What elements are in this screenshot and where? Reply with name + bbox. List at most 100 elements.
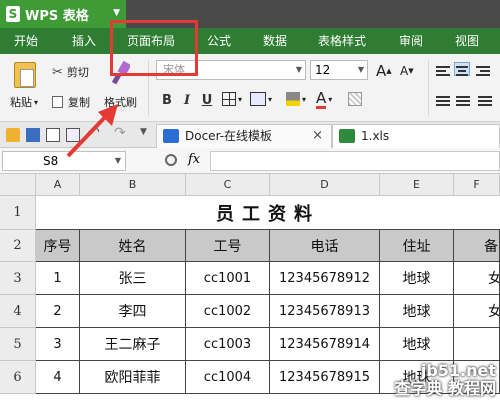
menu-view[interactable]: 视图 bbox=[455, 28, 479, 54]
data-cell[interactable]: 欧阳菲菲 bbox=[80, 361, 186, 394]
merge-cells-icon bbox=[250, 92, 266, 106]
function-fx-button[interactable]: fx bbox=[188, 152, 200, 167]
customize-caret-icon[interactable]: ▼ bbox=[140, 127, 154, 141]
data-cell[interactable]: 李四 bbox=[80, 295, 186, 328]
column-header[interactable]: A bbox=[36, 174, 80, 196]
row-header[interactable]: 3 bbox=[0, 262, 36, 295]
data-cell[interactable]: 女 bbox=[454, 262, 500, 295]
row-header[interactable]: 1 bbox=[0, 196, 36, 230]
menu-start[interactable]: 开始 bbox=[14, 28, 38, 54]
shrink-font-button[interactable]: A ▼ bbox=[400, 64, 414, 78]
title-bar: S WPS 表格 ▼ bbox=[0, 0, 500, 28]
underline-button[interactable]: U bbox=[198, 92, 216, 110]
tab-1-xls[interactable]: 1.xls bbox=[332, 124, 500, 148]
header-cell[interactable]: 工号 bbox=[186, 230, 270, 262]
spreadsheet-file-icon bbox=[339, 129, 355, 143]
divider bbox=[428, 60, 429, 116]
app-name: WPS 表格 bbox=[25, 8, 89, 24]
wps-spreadsheet-window: S WPS 表格 ▼ 开始 插入 页面布局 公式 数据 表格样式 审阅 视图 粘… bbox=[0, 0, 500, 400]
header-cell[interactable]: 姓名 bbox=[80, 230, 186, 262]
data-cell[interactable]: 3 bbox=[36, 328, 80, 361]
chevron-down-icon: ▼ bbox=[357, 65, 364, 74]
copy-icon bbox=[52, 96, 63, 108]
align-top-button[interactable] bbox=[436, 94, 452, 108]
align-bottom-button[interactable] bbox=[478, 94, 494, 108]
cell-style-button[interactable] bbox=[348, 92, 362, 106]
data-cell[interactable]: 12345678912 bbox=[270, 262, 380, 295]
caret-down-icon: ▼ bbox=[113, 8, 120, 18]
search-icon[interactable] bbox=[165, 154, 177, 166]
cut-button[interactable]: ✂ 剪切 bbox=[52, 64, 89, 80]
menu-data[interactable]: 数据 bbox=[263, 28, 287, 54]
align-center-button[interactable] bbox=[454, 62, 470, 76]
merge-button[interactable]: ▾ bbox=[250, 92, 272, 106]
open-folder-icon[interactable] bbox=[6, 128, 20, 142]
data-cell[interactable]: 2 bbox=[36, 295, 80, 328]
bold-button[interactable]: B bbox=[158, 92, 176, 110]
data-cell[interactable]: 张三 bbox=[80, 262, 186, 295]
font-size-select[interactable]: 12 ▼ bbox=[310, 60, 368, 80]
align-middle-button[interactable] bbox=[456, 94, 472, 108]
sheet-title-cell[interactable]: 员工资料 bbox=[36, 196, 500, 230]
grow-font-icon: A bbox=[376, 62, 387, 80]
row-header[interactable]: 4 bbox=[0, 295, 36, 328]
data-cell[interactable]: cc1002 bbox=[186, 295, 270, 328]
data-cell[interactable]: 4 bbox=[36, 361, 80, 394]
align-left-button[interactable] bbox=[436, 64, 452, 78]
font-color-icon: A bbox=[316, 89, 327, 109]
data-cell[interactable]: cc1004 bbox=[186, 361, 270, 394]
header-cell[interactable]: 序号 bbox=[36, 230, 80, 262]
fill-color-button[interactable]: ▾ bbox=[286, 92, 306, 106]
chevron-down-icon: ▾ bbox=[328, 95, 333, 104]
row-header[interactable]: 5 bbox=[0, 328, 36, 361]
data-cell[interactable]: 地球 bbox=[380, 262, 454, 295]
paint-bucket-icon bbox=[286, 92, 300, 106]
column-header[interactable]: F bbox=[454, 174, 500, 196]
row-header[interactable]: 6 bbox=[0, 361, 36, 394]
font-color-button[interactable]: A ▾ bbox=[316, 90, 332, 109]
header-cell[interactable]: 电话 bbox=[270, 230, 380, 262]
cell-style-icon bbox=[348, 92, 362, 106]
data-cell[interactable]: 地球 bbox=[380, 328, 454, 361]
save-icon[interactable] bbox=[26, 128, 40, 142]
cut-label: 剪切 bbox=[66, 66, 89, 79]
chevron-down-icon: ▾ bbox=[268, 94, 273, 104]
column-header[interactable]: D bbox=[270, 174, 380, 196]
data-cell[interactable]: cc1003 bbox=[186, 328, 270, 361]
chevron-down-icon: ▾ bbox=[238, 94, 243, 104]
data-cell[interactable]: 1 bbox=[36, 262, 80, 295]
header-cell[interactable]: 备 bbox=[454, 230, 500, 262]
close-icon[interactable]: × bbox=[312, 125, 323, 147]
italic-button[interactable]: I bbox=[178, 92, 196, 110]
print-icon[interactable] bbox=[46, 128, 60, 142]
data-cell[interactable]: 12345678913 bbox=[270, 295, 380, 328]
annotation-highlight-box bbox=[110, 20, 198, 76]
data-cell[interactable]: 女 bbox=[454, 295, 500, 328]
data-cell[interactable] bbox=[454, 328, 500, 361]
select-all-corner[interactable] bbox=[0, 174, 36, 196]
data-cell[interactable]: cc1001 bbox=[186, 262, 270, 295]
header-cell[interactable]: 住址 bbox=[380, 230, 454, 262]
shrink-font-icon: A bbox=[400, 64, 409, 78]
column-header[interactable]: C bbox=[186, 174, 270, 196]
menu-review[interactable]: 审阅 bbox=[399, 28, 423, 54]
data-cell[interactable]: 地球 bbox=[380, 295, 454, 328]
data-cell[interactable]: 王二麻子 bbox=[80, 328, 186, 361]
border-button[interactable]: ▾ bbox=[222, 92, 242, 106]
cell-reference: S8 bbox=[43, 154, 59, 168]
grow-font-button[interactable]: A ▲ bbox=[376, 62, 392, 80]
tab-docer-templates[interactable]: Docer-在线模板 × bbox=[156, 124, 332, 148]
paste-icon[interactable] bbox=[14, 62, 36, 88]
menu-table-style[interactable]: 表格样式 bbox=[318, 28, 366, 54]
formula-input[interactable] bbox=[210, 151, 500, 171]
menu-insert[interactable]: 插入 bbox=[72, 28, 96, 54]
align-right-button[interactable] bbox=[476, 64, 492, 78]
paste-button[interactable]: 粘贴 ▾ bbox=[10, 94, 38, 110]
menu-formula[interactable]: 公式 bbox=[207, 28, 231, 54]
column-header[interactable]: B bbox=[80, 174, 186, 196]
data-cell[interactable]: 12345678914 bbox=[270, 328, 380, 361]
tab-label: Docer-在线模板 bbox=[185, 129, 273, 143]
app-menu-button[interactable]: S WPS 表格 ▼ bbox=[0, 0, 126, 28]
column-header[interactable]: E bbox=[380, 174, 454, 196]
row-header[interactable]: 2 bbox=[0, 230, 36, 262]
